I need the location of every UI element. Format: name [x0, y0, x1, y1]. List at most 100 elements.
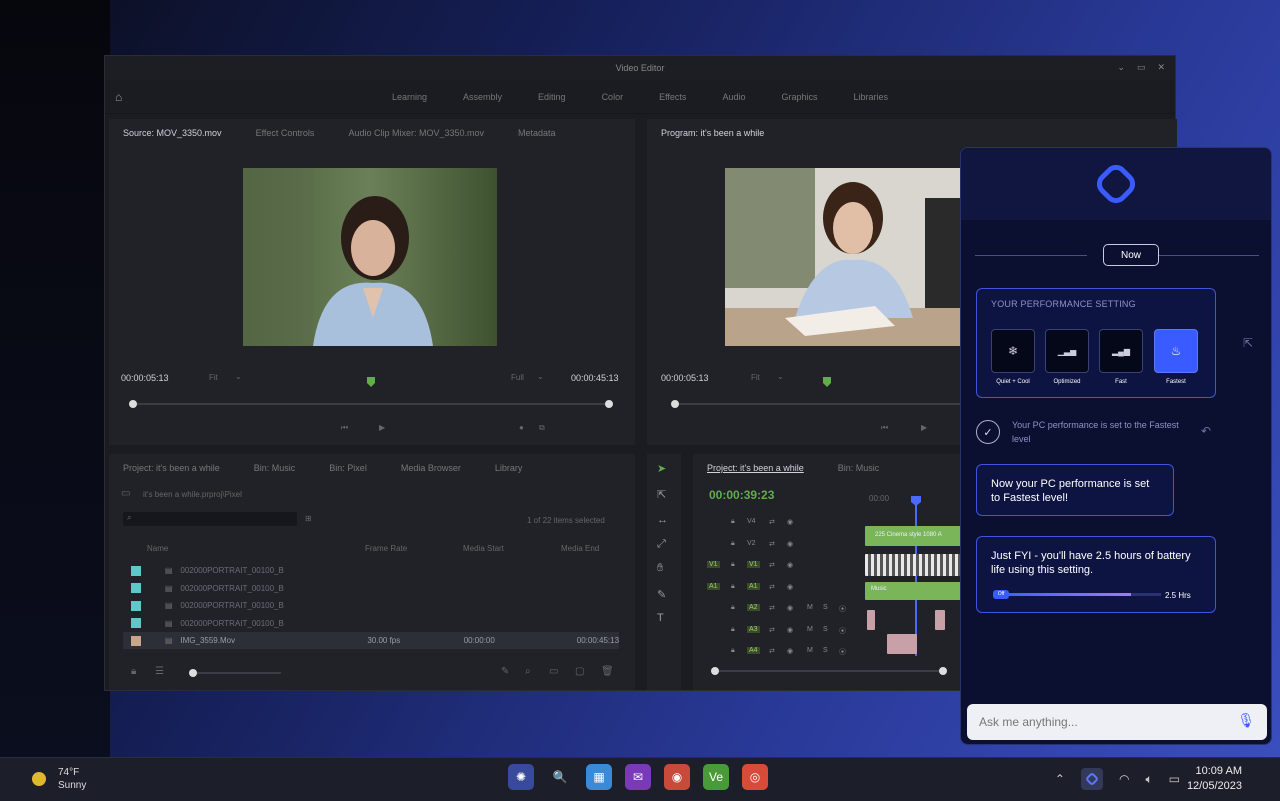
timeline-playhead-handle[interactable]: [911, 496, 921, 506]
track-select-icon[interactable]: ⇱: [657, 488, 666, 501]
project-search-input[interactable]: ⌕: [123, 512, 297, 526]
video-editor-app-icon[interactable]: Ve: [703, 764, 729, 790]
play-icon[interactable]: ▶: [379, 423, 385, 432]
tab-timeline-project[interactable]: Project: it's been a while: [707, 463, 804, 473]
mic-icon[interactable]: ⦿: [839, 604, 846, 614]
solo-icon[interactable]: S: [823, 604, 828, 611]
solo-icon[interactable]: S: [823, 626, 828, 633]
wifi-icon[interactable]: ◠: [1119, 772, 1129, 786]
chevron-down-icon[interactable]: ⌄: [537, 372, 544, 381]
record-icon[interactable]: ●: [519, 423, 524, 432]
table-row[interactable]: ▤ 002000PORTRAIT_00100_B: [123, 615, 619, 632]
lock-icon[interactable]: 🔒︎: [731, 518, 735, 526]
mode-quiet-cool-button[interactable]: ❄: [991, 329, 1035, 373]
source-scrubber[interactable]: [129, 400, 613, 408]
tab-project[interactable]: Project: it's been a while: [123, 463, 220, 473]
menu-color[interactable]: Color: [584, 92, 642, 102]
source-patch-tag[interactable]: A1: [707, 582, 720, 590]
audio-clip-a[interactable]: [867, 610, 875, 630]
tab-library[interactable]: Library: [495, 463, 523, 473]
scrubber-end-handle[interactable]: [605, 400, 613, 408]
sync-icon[interactable]: ⇄: [769, 583, 775, 591]
track-header[interactable]: V1 🔒︎ V1 ⇄ ◉: [707, 559, 857, 573]
battery-toggle[interactable]: Off: [993, 590, 1009, 599]
column-media-start[interactable]: Media Start: [463, 544, 504, 553]
scrubber-start-handle[interactable]: [671, 400, 679, 408]
sync-icon[interactable]: ⇄: [769, 626, 775, 634]
trash-icon[interactable]: 🗑︎: [601, 666, 614, 677]
music-clip[interactable]: Music: [865, 582, 965, 600]
lock-icon[interactable]: 🔒︎: [731, 626, 735, 634]
undo-icon[interactable]: ↶: [1201, 424, 1211, 438]
step-back-icon[interactable]: ⏮: [341, 423, 348, 433]
sync-icon[interactable]: ⇄: [769, 540, 775, 548]
system-clock[interactable]: 10:09 AM 12/05/2023: [1187, 764, 1242, 794]
home-icon[interactable]: ⌂: [115, 90, 122, 104]
filter-icon[interactable]: ⊞: [305, 514, 312, 523]
source-fit-select[interactable]: Fit: [209, 373, 218, 382]
lock-icon[interactable]: 🔒︎: [731, 540, 735, 548]
table-row[interactable]: ▤ 002000PORTRAIT_00100_B: [123, 580, 619, 597]
program-fit-select[interactable]: Fit: [751, 373, 760, 382]
assistant-tray-icon[interactable]: [1080, 768, 1103, 790]
minimize-icon[interactable]: ⌄: [1117, 62, 1125, 73]
sync-icon[interactable]: ⇄: [769, 647, 775, 655]
track-header[interactable]: 🔒︎ V4 ⇄ ◉: [707, 516, 857, 530]
type-tool-icon[interactable]: T: [657, 612, 664, 624]
menu-editing[interactable]: Editing: [520, 92, 584, 102]
menu-effects[interactable]: Effects: [641, 92, 704, 102]
column-name[interactable]: Name: [147, 544, 168, 553]
photos-app-icon[interactable]: ▦: [586, 764, 612, 790]
eye-icon[interactable]: ◉: [787, 518, 793, 526]
tab-audio-clip-mixer[interactable]: Audio Clip Mixer: MOV_3350.mov: [348, 128, 484, 138]
mute-icon[interactable]: M: [807, 647, 813, 654]
volume-icon[interactable]: 🔈︎: [1145, 772, 1152, 787]
razor-tool-icon[interactable]: ⤢: [657, 538, 666, 551]
source-patch-tag[interactable]: V1: [707, 561, 720, 568]
menu-audio[interactable]: Audio: [704, 92, 763, 102]
track-header[interactable]: 🔒︎ A2 ⇄ ◉ M S ⦿: [707, 602, 857, 616]
external-link-icon[interactable]: ⇱: [1243, 336, 1253, 350]
mode-fast-button[interactable]: ▂▄▆: [1099, 329, 1143, 373]
new-item-icon[interactable]: ▢: [575, 666, 584, 677]
ripple-edit-icon[interactable]: ↔: [657, 514, 668, 526]
sync-icon[interactable]: ⇄: [769, 604, 775, 612]
timeline-scrollbar[interactable]: [711, 667, 947, 675]
hand-tool-icon[interactable]: ✋︎: [657, 562, 663, 575]
column-frame-rate[interactable]: Frame Rate: [365, 544, 407, 553]
tab-metadata[interactable]: Metadata: [518, 128, 556, 138]
chevron-down-icon[interactable]: ⌄: [777, 372, 784, 381]
audio-waveform-clip[interactable]: [865, 554, 965, 576]
eye-icon[interactable]: ◉: [787, 561, 793, 569]
mode-fastest-button[interactable]: ♨: [1154, 329, 1198, 373]
browser-app-icon[interactable]: ◉: [664, 764, 690, 790]
lock-icon[interactable]: 🔒︎: [731, 647, 735, 655]
sync-icon[interactable]: ⇄: [769, 561, 775, 569]
zoom-slider[interactable]: [189, 669, 281, 677]
chevron-down-icon[interactable]: ⌄: [235, 372, 242, 381]
table-row[interactable]: ▤ 002000PORTRAIT_00100_B: [123, 597, 619, 614]
tab-program[interactable]: Program: it's been a while: [661, 128, 764, 138]
chevron-up-icon[interactable]: ⌃: [1055, 772, 1065, 786]
sync-icon[interactable]: ⇄: [769, 518, 775, 526]
tab-bin-music[interactable]: Bin: Music: [254, 463, 296, 473]
lock-icon[interactable]: 🔒︎: [731, 604, 735, 612]
now-button[interactable]: Now: [1103, 244, 1159, 266]
find-icon[interactable]: ⌕: [525, 666, 531, 677]
tab-source[interactable]: Source: MOV_3350.mov: [123, 128, 222, 138]
menu-learning[interactable]: Learning: [374, 92, 445, 102]
eye-icon[interactable]: ◉: [787, 540, 793, 548]
close-icon[interactable]: ✕: [1157, 62, 1165, 73]
lock-icon[interactable]: 🔒︎: [731, 561, 735, 569]
camera-app-icon[interactable]: ◎: [742, 764, 768, 790]
lock-icon[interactable]: 🔒︎: [131, 666, 136, 677]
lock-icon[interactable]: 🔒︎: [731, 583, 735, 591]
weather-widget[interactable]: 74°F Sunny: [32, 766, 86, 792]
mic-icon[interactable]: ⦿: [839, 626, 846, 636]
mode-optimized-button[interactable]: ▁▃▅: [1045, 329, 1089, 373]
selection-tool-icon[interactable]: ➤: [657, 462, 666, 475]
list-view-icon[interactable]: ☰: [155, 666, 164, 677]
tab-bin-pixel[interactable]: Bin: Pixel: [329, 463, 367, 473]
column-media-end[interactable]: Media End: [561, 544, 599, 553]
track-header[interactable]: 🔒︎ V2 ⇄ ◉: [707, 538, 857, 552]
